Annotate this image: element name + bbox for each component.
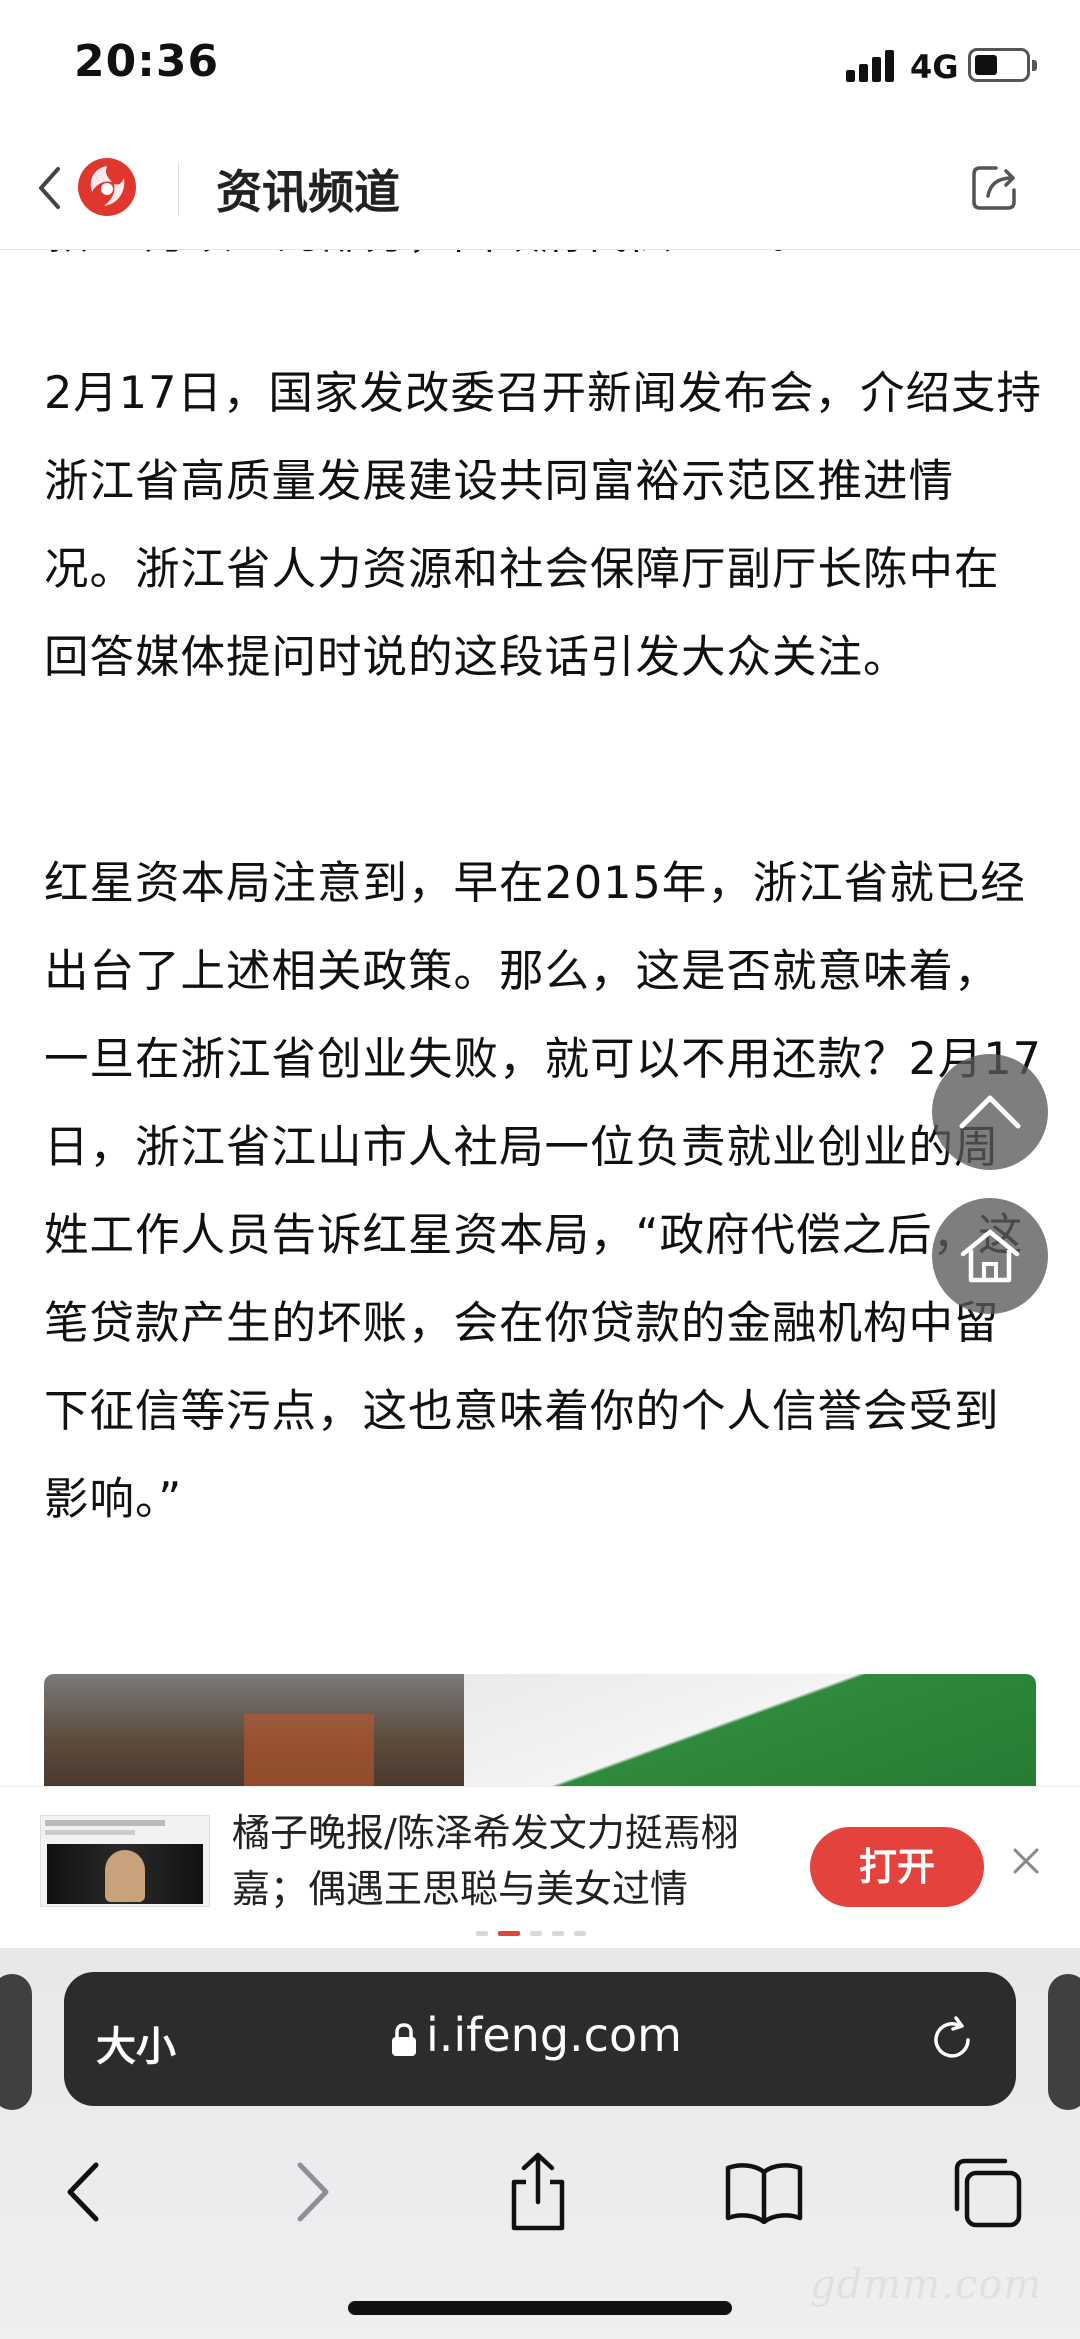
article-paragraph: 红星资本局注意到，早在2015年，浙江省就已经出台了上述相关政策。那么，这是否就… [44,858,1042,1525]
book-icon [725,2163,803,2224]
browser-forward-button[interactable] [274,2154,354,2230]
chevron-right-icon [297,2162,329,2222]
text-size-button[interactable]: 大小 [96,2014,176,2072]
browser-bookmarks-button[interactable] [724,2154,804,2230]
share-icon[interactable] [966,160,1022,216]
browser-share-button[interactable] [498,2152,578,2231]
header-divider [178,162,179,216]
article-image-right [464,1674,1036,1788]
address-bar[interactable]: 大小 i.ifeng.com [64,1972,1016,2106]
carousel-dots [476,1931,586,1937]
status-time: 20:36 [74,36,220,87]
status-bar: 20:36 4G [0,0,1080,128]
lock-icon [392,2023,416,2056]
ad-banner[interactable]: 橘子晚报/陈泽希发文力挺焉栩嘉；偶遇王思聪与美女过情 打开 [0,1786,1080,1948]
browser-back-button[interactable] [42,2154,122,2230]
home-icon [960,1229,1020,1283]
ad-open-button[interactable]: 打开 [810,1827,984,1907]
browser-nav-row [0,2134,1080,2244]
ifeng-logo[interactable] [76,156,138,218]
app-header: 资讯频道 [0,128,1080,250]
ad-headline[interactable]: 橘子晚报/陈泽希发文力挺焉栩嘉；偶遇王思聪与美女过情 [232,1805,772,1917]
watermark: gdmm.com [810,2262,1043,2308]
header-title: 资讯频道 [216,165,400,219]
chevron-left-icon [39,167,60,209]
chevron-up-icon [959,1095,1021,1129]
article-cut-line: 款10万以上的部分，由政府代偿80%。 [44,250,1044,278]
signal-icon [846,50,898,82]
next-tab-preview[interactable] [1048,1974,1080,2110]
home-button[interactable] [932,1198,1048,1314]
share-icon [511,2152,565,2231]
article-image[interactable] [44,1674,1036,1788]
article-body: 款10万以上的部分，由政府代偿80%。 2月17日，国家发改委召开新闻发布会，介… [0,250,1080,1788]
back-button[interactable] [24,158,74,218]
battery-icon [968,48,1037,82]
reload-icon[interactable] [924,2012,980,2068]
browser-tabs-button[interactable] [948,2154,1028,2230]
network-label: 4G [910,48,959,86]
tabs-icon [954,2158,1022,2228]
ad-thumbnail[interactable] [40,1815,210,1907]
previous-tab-preview[interactable] [0,1974,32,2110]
chevron-left-icon [67,2162,99,2222]
url-text[interactable]: i.ifeng.com [426,2008,682,2062]
home-indicator [348,2301,732,2315]
article-paragraph: 2月17日，国家发改委召开新闻发布会，介绍支持浙江省高质量发展建设共同富裕示范区… [44,368,1042,683]
scroll-top-button[interactable] [932,1054,1048,1170]
close-icon[interactable] [1006,1841,1046,1881]
article-image-left [44,1674,464,1788]
